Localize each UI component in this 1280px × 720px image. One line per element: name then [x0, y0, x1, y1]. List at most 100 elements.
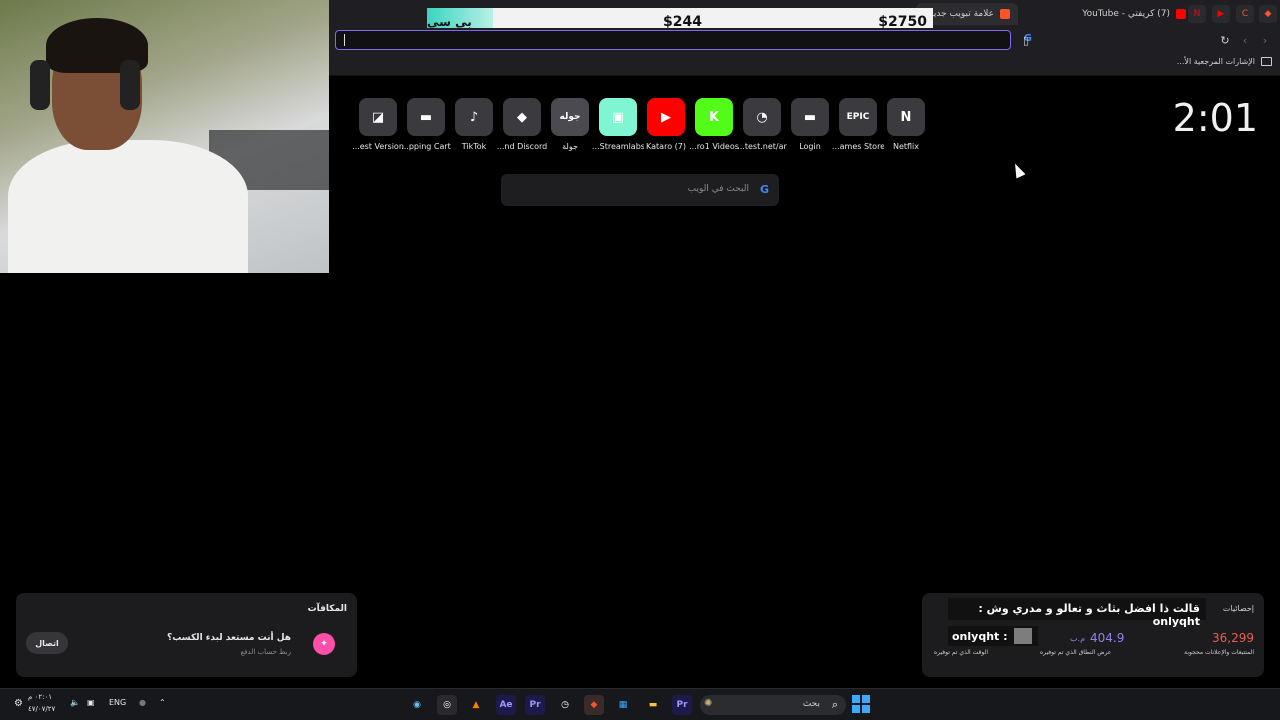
search-placeholder: البحث في الويب: [687, 184, 749, 194]
top-site-tile[interactable]: EPIC ...ames Store: [832, 98, 884, 151]
browser-toolbar: G ▯ ↻ ‹ ›: [329, 28, 1280, 52]
rewards-widget: المكافآت هل أنت مستعد لبدء الكسب؟ ربط حس…: [16, 593, 357, 677]
chat-avatar: [1013, 628, 1032, 644]
forward-icon[interactable]: ›: [1257, 32, 1273, 48]
tab-youtube[interactable]: (7) كريفتي - YouTube: [1082, 3, 1186, 25]
chat-message: قالت ذا افضل بثاث و تعالو و مدري وش : on…: [948, 598, 1206, 628]
mouse-cursor-icon: [1010, 161, 1026, 179]
bookmark-icon[interactable]: ▯: [1018, 32, 1034, 48]
discord-icon: ◆: [503, 98, 541, 136]
cart-icon: ▬: [407, 98, 445, 136]
network-icon[interactable]: ▣: [87, 698, 95, 707]
webcam-headset-left: [30, 60, 50, 110]
top-site-tile[interactable]: N Netflix: [880, 98, 932, 151]
top-site-label: Netflix: [892, 142, 920, 151]
brave-lion-icon: [1000, 9, 1010, 19]
top-site-tile[interactable]: جوله جولة: [544, 98, 596, 151]
youtube-icon: [1176, 9, 1186, 19]
search-highlight-icon: ✺: [704, 698, 713, 709]
top-site-tile[interactable]: ▶ Kataro (7): [640, 98, 692, 151]
top-site-label: ...pping Cart: [401, 142, 451, 151]
folder-icon: [1261, 57, 1272, 66]
clock-app-icon[interactable]: ◷: [555, 695, 575, 715]
kick-icon: K: [695, 98, 733, 136]
windows-taskbar: ⚙ ٠٢:٠١ م ٤٧/٠٧/٢٧ 🔈 ▣ ENG ● ⌃ ◉ ◎ ▲ Ae …: [0, 688, 1280, 720]
stats-title: إحصائيات: [1222, 604, 1254, 613]
top-site-tile[interactable]: ▬ Login: [784, 98, 836, 151]
top-site-label: Login: [799, 142, 821, 151]
steam-icon[interactable]: ◉: [407, 695, 427, 715]
settings-tray-icon[interactable]: ⚙: [14, 698, 23, 709]
windows-start-icon[interactable]: [852, 695, 870, 713]
brave-browser-icon[interactable]: ◆: [584, 695, 604, 715]
blocked-count: 36,299: [1212, 631, 1254, 645]
top-site-tile[interactable]: ▬ ...pping Cart: [400, 98, 452, 151]
streamlabs-icon: ▣: [599, 98, 637, 136]
amd-icon: ◪: [359, 98, 397, 136]
after-effects-icon[interactable]: Ae: [496, 695, 516, 715]
reload-icon[interactable]: ↻: [1217, 32, 1233, 48]
top-site-tile[interactable]: K ...ro1 Videos: [688, 98, 740, 151]
speedtest-icon: ◔: [743, 98, 781, 136]
bandwidth-label: عرض النطاق الذي تم توفيره: [1040, 649, 1112, 656]
language-indicator[interactable]: ENG: [109, 698, 126, 707]
bandwidth-unit: م.ب: [1070, 634, 1086, 643]
premiere-2-icon[interactable]: Pr: [672, 695, 692, 715]
tray-time[interactable]: ٠٢:٠١ م: [28, 693, 52, 701]
pinned-youtube-icon[interactable]: ▶: [1212, 5, 1230, 23]
taskbar-search-label: بحث: [802, 699, 820, 709]
bandwidth-value: 404.9: [1090, 631, 1125, 645]
tiktok-icon: ♪: [455, 98, 493, 136]
webcam-person-shirt: [8, 140, 248, 273]
top-site-tile[interactable]: ♪ TikTok: [448, 98, 500, 151]
top-site-tile[interactable]: ◪ ...est Version: [352, 98, 404, 151]
rewards-badge-icon: ✦: [313, 633, 335, 655]
rewards-subtitle: ربط حساب الدفع: [240, 648, 291, 656]
netflix-icon: N: [887, 98, 925, 136]
webcam-overlay: [0, 0, 329, 273]
microphone-icon[interactable]: ●: [139, 698, 146, 707]
obs-icon[interactable]: ◎: [437, 695, 457, 715]
file-explorer-icon[interactable]: ▬: [643, 695, 663, 715]
top-site-tile[interactable]: ◆ ...nd Discord: [496, 98, 548, 151]
top-site-label: ...est Version: [352, 142, 404, 151]
new-tab-clock: 2:01: [1172, 96, 1258, 140]
top-site-label: جولة: [562, 142, 578, 151]
web-search-box[interactable]: G البحث في الويب: [501, 174, 779, 206]
bookmarks-folder-label: الإشارات المرجعية الأ...: [1176, 57, 1255, 66]
tab-title: علامة تبويب جديدة: [924, 9, 994, 19]
webcam-headset-right: [120, 60, 140, 110]
top-site-tile[interactable]: ▣ ...Streamlabs: [592, 98, 644, 151]
top-site-label: Kataro (7): [646, 142, 686, 151]
top-site-label: ...ames Store: [832, 142, 884, 151]
top-site-label: ...ro1 Videos: [689, 142, 739, 151]
tour-icon: جوله: [551, 98, 589, 136]
store-icon[interactable]: ▦: [613, 695, 633, 715]
top-site-label: ...test.net/ar: [737, 142, 787, 151]
taskbar-search[interactable]: ✺ بحث ⌕: [700, 695, 846, 715]
epic-games-icon: EPIC: [839, 98, 877, 136]
volume-icon[interactable]: 🔈: [70, 698, 80, 707]
connect-button[interactable]: اتصال: [26, 632, 68, 654]
bookmarks-folder[interactable]: الإشارات المرجعية الأ...: [1177, 57, 1272, 66]
pinned-app-icon[interactable]: C: [1236, 5, 1254, 23]
text-caret: [344, 34, 345, 46]
top-site-label: ...Streamlabs: [592, 142, 644, 151]
rewards-question: هل أنت مستعد لبدء الكسب؟: [167, 633, 291, 643]
tray-overflow-icon[interactable]: ⌃: [159, 698, 166, 707]
search-icon: ⌕: [831, 698, 838, 711]
pinned-netflix-icon[interactable]: N: [1188, 5, 1206, 23]
tray-date[interactable]: ٤٧/٠٧/٢٧: [28, 705, 55, 713]
tab-title: (7) كريفتي - YouTube: [1082, 9, 1170, 19]
premiere-icon[interactable]: Pr: [525, 695, 545, 715]
chat-message-text: onlyqht :: [952, 629, 1008, 643]
top-site-label: ...nd Discord: [496, 142, 548, 151]
pinned-brave-icon[interactable]: ◆: [1259, 5, 1277, 23]
top-site-tile[interactable]: ◔ ...test.net/ar: [736, 98, 788, 151]
vlc-icon[interactable]: ▲: [466, 695, 486, 715]
address-bar[interactable]: G: [335, 30, 1032, 50]
bookmarks-bar: الإشارات المرجعية الأ...: [329, 52, 1280, 76]
google-icon: G: [759, 183, 769, 196]
back-icon[interactable]: ‹: [1237, 32, 1253, 48]
time-saved-label: الوقت الذي تم توفيره: [934, 649, 988, 656]
